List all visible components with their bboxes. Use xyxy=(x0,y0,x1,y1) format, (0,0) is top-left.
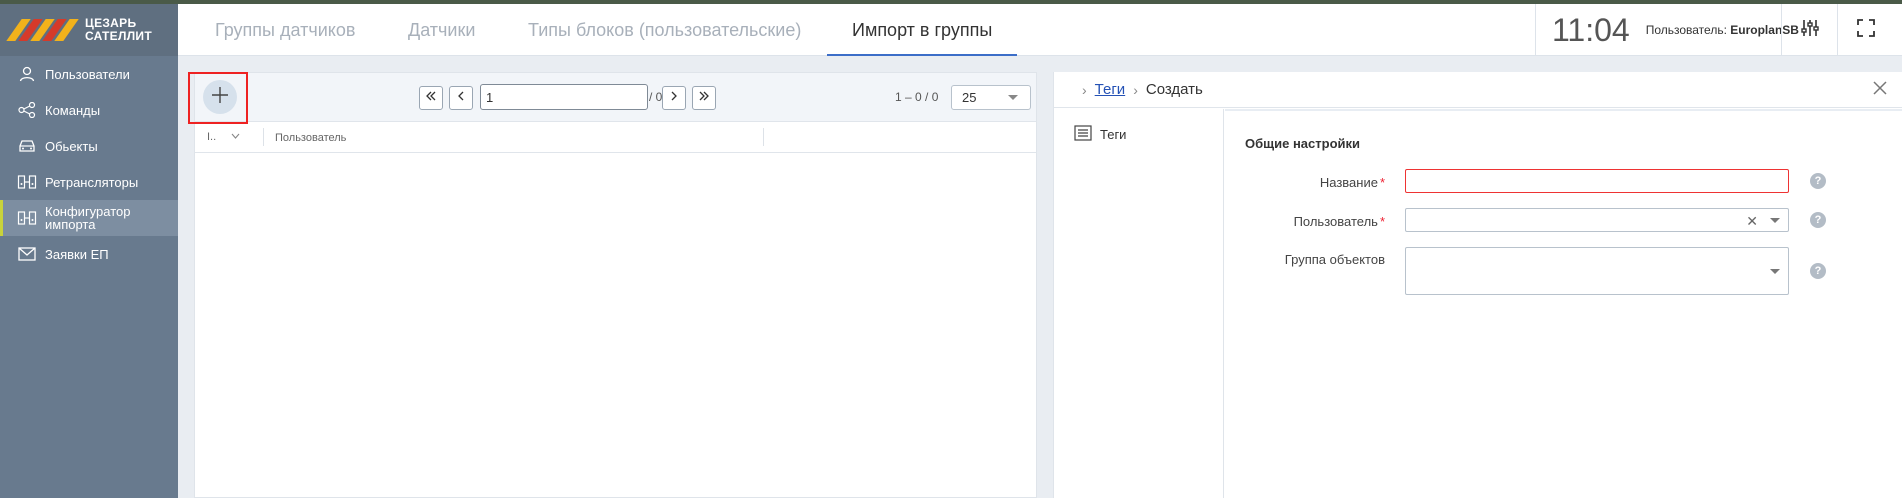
object-group-label: Группа объектов xyxy=(1284,252,1385,267)
logo-text: ЦЕЗАРЬ САТЕЛЛИТ xyxy=(85,16,152,43)
double-chevron-left-icon xyxy=(425,89,437,107)
side-item-tags[interactable]: Теги xyxy=(1054,109,1223,144)
time-user-box: 11:04 Пользователь: EuroplanSB xyxy=(1535,4,1799,56)
user-info: Пользователь: EuroplanSB xyxy=(1645,23,1799,37)
help-icon[interactable]: ? xyxy=(1810,212,1826,228)
object-group-select[interactable] xyxy=(1405,247,1789,295)
clear-icon[interactable]: ✕ xyxy=(1746,213,1758,230)
sidebar-item-users[interactable]: Пользователи xyxy=(0,56,178,92)
last-page-button[interactable] xyxy=(692,86,716,110)
sidebar-item-label: Заявки ЕП xyxy=(45,246,109,262)
per-page-select[interactable]: 25 xyxy=(951,85,1031,110)
help-icon[interactable]: ? xyxy=(1810,263,1826,279)
chevron-down-icon xyxy=(231,131,240,143)
detail-panel: › Теги › Создать Теги Общие настройки На… xyxy=(1053,72,1902,498)
filter-settings-button[interactable] xyxy=(1781,4,1837,56)
general-settings-form: Общие настройки Название * ? Пользователь… xyxy=(1225,109,1902,498)
tab-block-types[interactable]: Типы блоков (пользовательские) xyxy=(528,4,801,56)
sidebar-item-ep-requests[interactable]: Заявки ЕП xyxy=(0,236,178,272)
sidebar-item-label: Пользователи xyxy=(45,66,130,82)
detail-side-list: Теги xyxy=(1054,109,1224,498)
sidebar-item-label: Конфигуратор импорта xyxy=(45,204,131,232)
sliders-icon xyxy=(1800,18,1820,43)
tab-sensor-groups[interactable]: Группы датчиков xyxy=(215,4,355,56)
list-icon xyxy=(1074,125,1092,144)
tab-import-groups[interactable]: Импорт в группы xyxy=(827,4,1018,56)
list-panel: / 0 1 – 0 / 0 25 I.. Пользователь xyxy=(188,72,1037,498)
per-page-value: 25 xyxy=(962,90,977,105)
car-icon xyxy=(16,137,38,155)
page-number-input[interactable] xyxy=(480,84,648,110)
column-separator[interactable] xyxy=(263,128,264,146)
breadcrumb-link-tags[interactable]: Теги xyxy=(1095,81,1126,98)
breadcrumb: › Теги › Создать xyxy=(1054,72,1902,108)
help-icon[interactable]: ? xyxy=(1810,173,1826,189)
relay-icon xyxy=(16,173,38,191)
sidebar-item-objects[interactable]: Обьекты xyxy=(0,128,178,164)
tab-sensors[interactable]: Датчики xyxy=(408,4,475,56)
user-label: Пользователь * xyxy=(1293,214,1385,229)
sidebar-item-label: Обьекты xyxy=(45,138,98,154)
plus-icon xyxy=(211,86,229,109)
fullscreen-button[interactable] xyxy=(1837,4,1893,56)
column-header-user[interactable]: Пользователь xyxy=(275,132,346,144)
mail-icon xyxy=(16,245,38,263)
sidebar-item-label: Ретрансляторы xyxy=(45,174,139,190)
column-header-id[interactable]: I.. xyxy=(207,131,240,143)
sidebar: Пользователи Команды Обьекты Ретранслято… xyxy=(0,56,178,498)
chevron-right-icon: › xyxy=(1082,81,1087,98)
next-page-button[interactable] xyxy=(662,86,686,110)
records-range: 1 – 0 / 0 xyxy=(895,90,939,104)
caret-down-icon xyxy=(1008,95,1018,100)
chevron-right-icon: › xyxy=(1133,81,1138,98)
user-icon xyxy=(16,65,38,83)
side-item-label: Теги xyxy=(1100,127,1127,142)
sidebar-item-label: Команды xyxy=(45,102,101,118)
fullscreen-icon xyxy=(1856,18,1876,43)
list-toolbar: / 0 1 – 0 / 0 25 xyxy=(188,72,1036,124)
sidebar-item-commands[interactable]: Команды xyxy=(0,92,178,128)
relay-icon xyxy=(16,209,38,227)
page-total: / 0 xyxy=(649,90,663,104)
chevron-right-icon xyxy=(668,89,680,107)
name-input[interactable] xyxy=(1405,169,1789,193)
section-title: Общие настройки xyxy=(1245,136,1360,151)
double-chevron-right-icon xyxy=(698,89,710,107)
breadcrumb-current: Создать xyxy=(1145,81,1203,98)
name-label: Название * xyxy=(1319,175,1385,190)
chevron-left-icon xyxy=(455,89,467,107)
prev-page-button[interactable] xyxy=(449,86,473,110)
clock: 11:04 xyxy=(1552,11,1630,48)
logo-stripes-icon xyxy=(6,19,79,41)
share-icon xyxy=(16,101,38,119)
header: Группы датчиков Датчики Типы блоков (пол… xyxy=(178,4,1902,56)
caret-down-icon xyxy=(1770,218,1780,223)
sidebar-item-relays[interactable]: Ретрансляторы xyxy=(0,164,178,200)
sidebar-item-import-configurator[interactable]: Конфигуратор импорта xyxy=(0,200,178,236)
add-button[interactable] xyxy=(203,80,237,114)
user-select[interactable]: ✕ xyxy=(1405,208,1789,232)
caret-down-icon xyxy=(1770,269,1780,274)
first-page-button[interactable] xyxy=(419,86,443,110)
logo[interactable]: ЦЕЗАРЬ САТЕЛЛИТ xyxy=(0,4,178,56)
required-mark: * xyxy=(1379,175,1385,190)
column-separator[interactable] xyxy=(763,128,764,146)
required-mark: * xyxy=(1379,214,1385,229)
grid-header: I.. Пользователь xyxy=(195,122,1036,153)
close-icon[interactable] xyxy=(1872,80,1890,98)
